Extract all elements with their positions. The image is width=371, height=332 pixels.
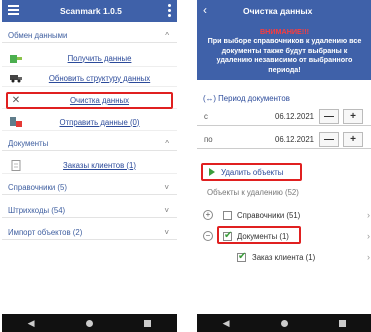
chevron-up-icon: ^ [165,139,169,148]
section-references[interactable]: Справочники (5) ˅ [2,181,177,195]
back-nav-icon[interactable]: ◀ [28,318,35,329]
tree-row-references[interactable]: + Справочники (51) › [197,207,371,227]
date-from-label: с [204,112,208,121]
objects-count-label: Объекты к удалению (52) [207,188,299,197]
menu-item-receive[interactable]: Получить данные [2,50,177,67]
highlight-frame [217,226,301,244]
truck-icon [10,72,22,84]
tree-label: Заказ клиента (1) [252,253,316,262]
delete-objects-button[interactable]: Удалить объекты [201,163,302,181]
app-title: Scanmark 1.0.5 [60,6,122,16]
chevron-down-icon: ˅ [164,206,169,215]
screen-title: Очистка данных [243,6,313,16]
menu-item-label: Получить данные [67,53,132,63]
upload-icon [10,116,22,128]
right-screen: ‹ Очистка данных ВНИМАНИЕ!!! При выборе … [197,0,371,332]
tree-label: Справочники (51) [237,211,301,220]
tree-row-order[interactable]: Заказ клиента (1) › [197,249,371,269]
android-nav-bar: ◀ [197,314,371,332]
menu-item-send[interactable]: Отправить данные (0) [2,114,177,131]
order-checkbox[interactable] [237,251,246,262]
left-screen: Scanmark 1.0.5 Обмен данными ^ Получить … [2,0,177,332]
warning-banner: ВНИМАНИЕ!!! При выборе справочников к уд… [197,22,371,80]
date-from-row: с 06.12.2021 — + [197,108,371,126]
chevron-right-icon: › [367,252,370,262]
recents-nav-icon[interactable] [144,319,152,327]
section-documents[interactable]: Документы ^ [2,137,177,151]
back-arrow-icon[interactable]: ‹ [203,3,207,17]
menu-item-label: Отправить данные (0) [59,117,140,127]
more-options-icon[interactable] [168,4,171,18]
date-to-row: по 06.12.2021 — + [197,131,371,149]
menu-item-customer-orders[interactable]: Заказы клиентов (1) [2,157,177,174]
chevron-down-icon: ˅ [164,183,169,192]
section-label: Документы [8,139,49,148]
section-barcodes[interactable]: Штрихкоды (54) ˅ [2,204,177,218]
back-nav-icon[interactable]: ◀ [223,318,230,329]
play-icon [209,168,215,176]
date-to-label: по [204,135,213,144]
section-label: Импорт объектов (2) [8,228,83,237]
warning-title: ВНИМАНИЕ!!! [259,27,310,36]
expand-arrows-icon: (↔) [203,94,216,103]
date-from-input[interactable]: 06.12.2021 [275,112,314,121]
period-header[interactable]: (↔) Период документов [203,94,290,103]
date-to-plus-button[interactable]: + [343,132,363,147]
date-from-plus-button[interactable]: + [343,109,363,124]
date-to-input[interactable]: 06.12.2021 [275,135,314,144]
menu-item-update-structure[interactable]: Обновить структуру данных [2,70,177,87]
menu-item-label: Обновить структуру данных [48,73,151,83]
references-checkbox[interactable] [223,211,232,220]
home-nav-icon[interactable] [280,319,288,327]
menu-item-label: Заказы клиентов (1) [63,160,136,170]
section-label: Штрихкоды (54) [8,206,66,215]
home-nav-icon[interactable] [85,319,93,327]
date-to-minus-button[interactable]: — [319,132,339,147]
document-icon [10,159,22,171]
collapse-minus-icon[interactable]: − [203,231,213,241]
screen-title-bar: ‹ Очистка данных [197,0,371,22]
chevron-up-icon: ^ [165,31,169,40]
period-label: Период документов [218,94,290,103]
section-import[interactable]: Импорт объектов (2) ˅ [2,226,177,240]
chevron-right-icon: › [367,210,370,220]
warning-text: При выборе справочников к удалению все д… [207,36,362,74]
hamburger-menu-icon[interactable] [8,5,19,16]
highlight-frame [6,92,173,109]
download-icon [10,52,22,64]
expand-plus-icon[interactable]: + [203,210,213,220]
chevron-down-icon: ˅ [164,228,169,237]
objects-to-delete-header: Объекты к удалению (52) [207,188,357,202]
app-title-bar: Scanmark 1.0.5 [2,0,177,22]
date-from-minus-button[interactable]: — [319,109,339,124]
delete-objects-label: Удалить объекты [221,167,284,177]
recents-nav-icon[interactable] [339,319,347,327]
section-label: Обмен данными [8,31,68,40]
section-label: Справочники (5) [8,183,67,192]
section-data-exchange[interactable]: Обмен данными ^ [2,29,177,43]
chevron-right-icon: › [367,231,370,241]
android-nav-bar: ◀ [2,314,177,332]
